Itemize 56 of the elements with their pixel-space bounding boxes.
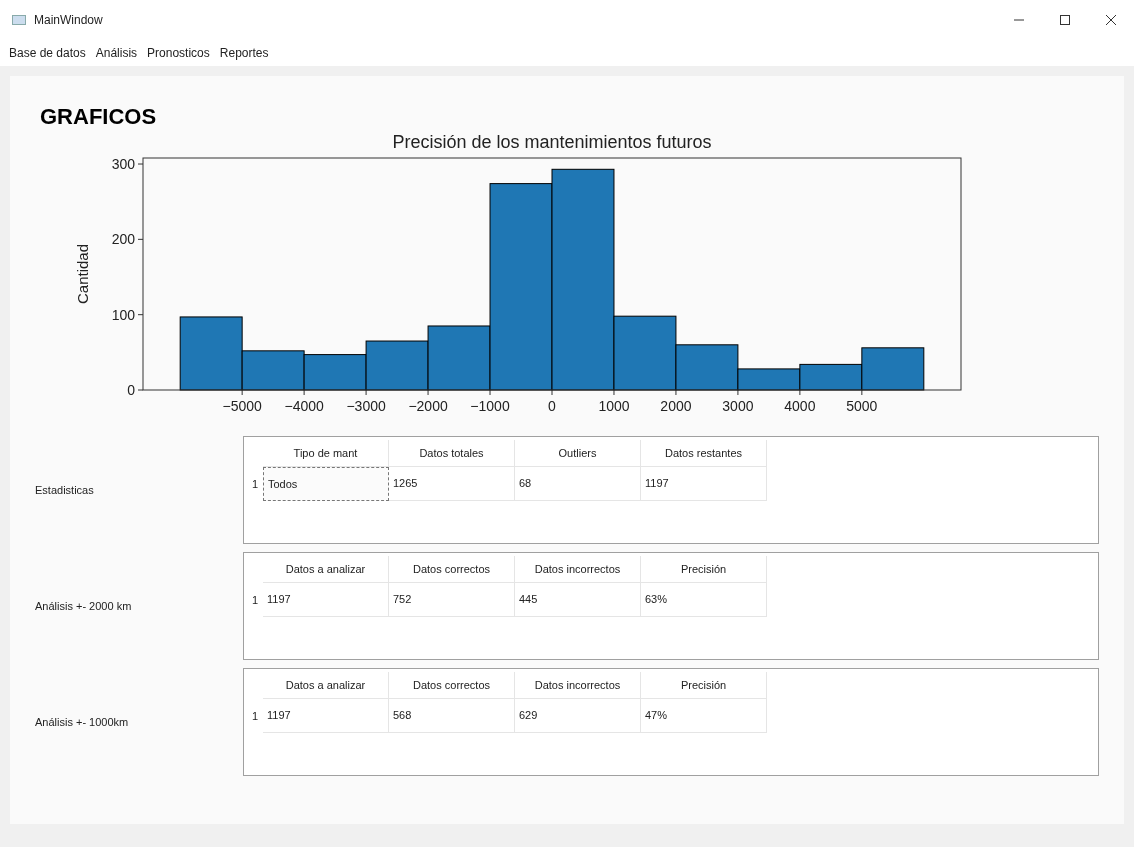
column-header[interactable]: Datos a analizar [263,672,389,699]
table-cell[interactable]: 47% [641,699,767,733]
histogram-bar [365,340,429,391]
column-header[interactable]: Precisión [641,672,767,699]
column-header[interactable]: Tipo de mant [263,440,389,467]
row-header[interactable]: 1 [247,467,263,501]
y-tick-label: 100 [111,306,135,323]
x-tick-label: 0 [548,398,556,414]
table-cell[interactable]: 1197 [641,467,767,501]
column-header[interactable]: Datos incorrectos [515,556,641,583]
y-axis-label: Cantidad [74,244,91,304]
y-tick-label: 300 [111,156,135,173]
window-title: MainWindow [34,12,103,29]
x-tick-label: −1000 [470,398,510,414]
x-tick-label: −2000 [408,398,448,414]
table-cell[interactable]: 568 [389,699,515,733]
section-label: Estadisticas [34,482,95,498]
column-header[interactable]: Outliers [515,440,641,467]
section-label: Análisis +- 2000 km [34,598,133,614]
page-heading: GRAFICOS [40,106,158,128]
row-header[interactable]: 1 [247,583,263,617]
column-header[interactable]: Datos correctos [389,672,515,699]
table-cell[interactable]: 1197 [263,699,389,733]
y-tick-label: 0 [127,382,135,398]
column-header[interactable]: Datos restantes [641,440,767,467]
x-tick-label: −3000 [346,398,386,414]
table-cell[interactable]: 68 [515,467,641,501]
x-tick-label: 1000 [598,398,630,414]
table-cell[interactable]: 1265 [389,467,515,501]
x-tick-label: −4000 [284,398,324,414]
menu-item[interactable]: Reportes [214,44,274,62]
section-label: Análisis +- 1000km [34,714,130,730]
x-tick-label: 4000 [784,398,816,414]
column-header[interactable]: Datos incorrectos [515,672,641,699]
chart-title: Precisión de los mantenimientos futuros [392,132,712,152]
row-header[interactable]: 1 [247,699,263,733]
menu-item[interactable]: Análisis [90,44,143,62]
table-cell[interactable]: 63% [641,583,767,617]
x-tick-label: −5000 [222,398,262,414]
table-cell[interactable]: 629 [515,699,641,733]
column-header[interactable]: Precisión [641,556,767,583]
table-cell[interactable]: 752 [389,583,515,617]
column-header[interactable]: Datos correctos [389,556,515,583]
table-cell[interactable]: Todos [263,467,389,501]
app-icon [12,15,26,25]
x-tick-label: 2000 [660,398,692,414]
table-cell[interactable]: 1197 [263,583,389,617]
table-cell[interactable]: 445 [515,583,641,617]
column-header[interactable]: Datos a analizar [263,556,389,583]
column-header[interactable]: Datos totales [389,440,515,467]
menu-item[interactable]: Pronosticos [142,44,215,62]
x-tick-label: 5000 [846,398,878,414]
menu-item[interactable]: Base de datos [4,44,91,62]
x-tick-label: 3000 [722,398,754,414]
y-tick-label: 200 [111,231,135,248]
histogram-bar [303,354,367,391]
